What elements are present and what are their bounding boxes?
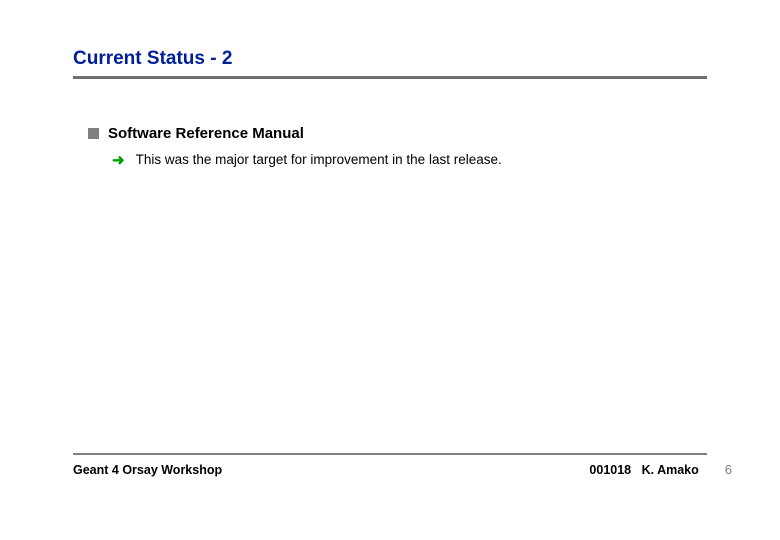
list-item-label: Software Reference Manual [108, 125, 304, 142]
footer: Geant 4 Orsay Workshop 001018 K. Amako 6 [73, 462, 732, 477]
slide-title: Current Status - 2 [73, 48, 707, 76]
square-bullet-icon [88, 128, 99, 139]
list-subitem-label: This was the major target for improvemen… [136, 152, 502, 167]
footer-right: 001018 K. Amako 6 [589, 462, 732, 477]
arrow-right-icon: ➜ [112, 153, 125, 168]
list-item: Software Reference Manual [88, 125, 707, 142]
page-number: 6 [725, 462, 732, 477]
footer-rule [73, 453, 707, 455]
footer-date-author: 001018 K. Amako [589, 463, 698, 477]
footer-left: Geant 4 Orsay Workshop [73, 463, 222, 477]
slide: Current Status - 2 Software Reference Ma… [0, 0, 780, 540]
title-area: Current Status - 2 [73, 48, 707, 79]
footer-date: 001018 [589, 463, 631, 477]
title-rule [73, 76, 707, 79]
list-subitem: ➜ This was the major target for improvem… [112, 152, 707, 168]
content-area: Software Reference Manual ➜ This was the… [88, 125, 707, 168]
footer-author: K. Amako [642, 463, 699, 477]
